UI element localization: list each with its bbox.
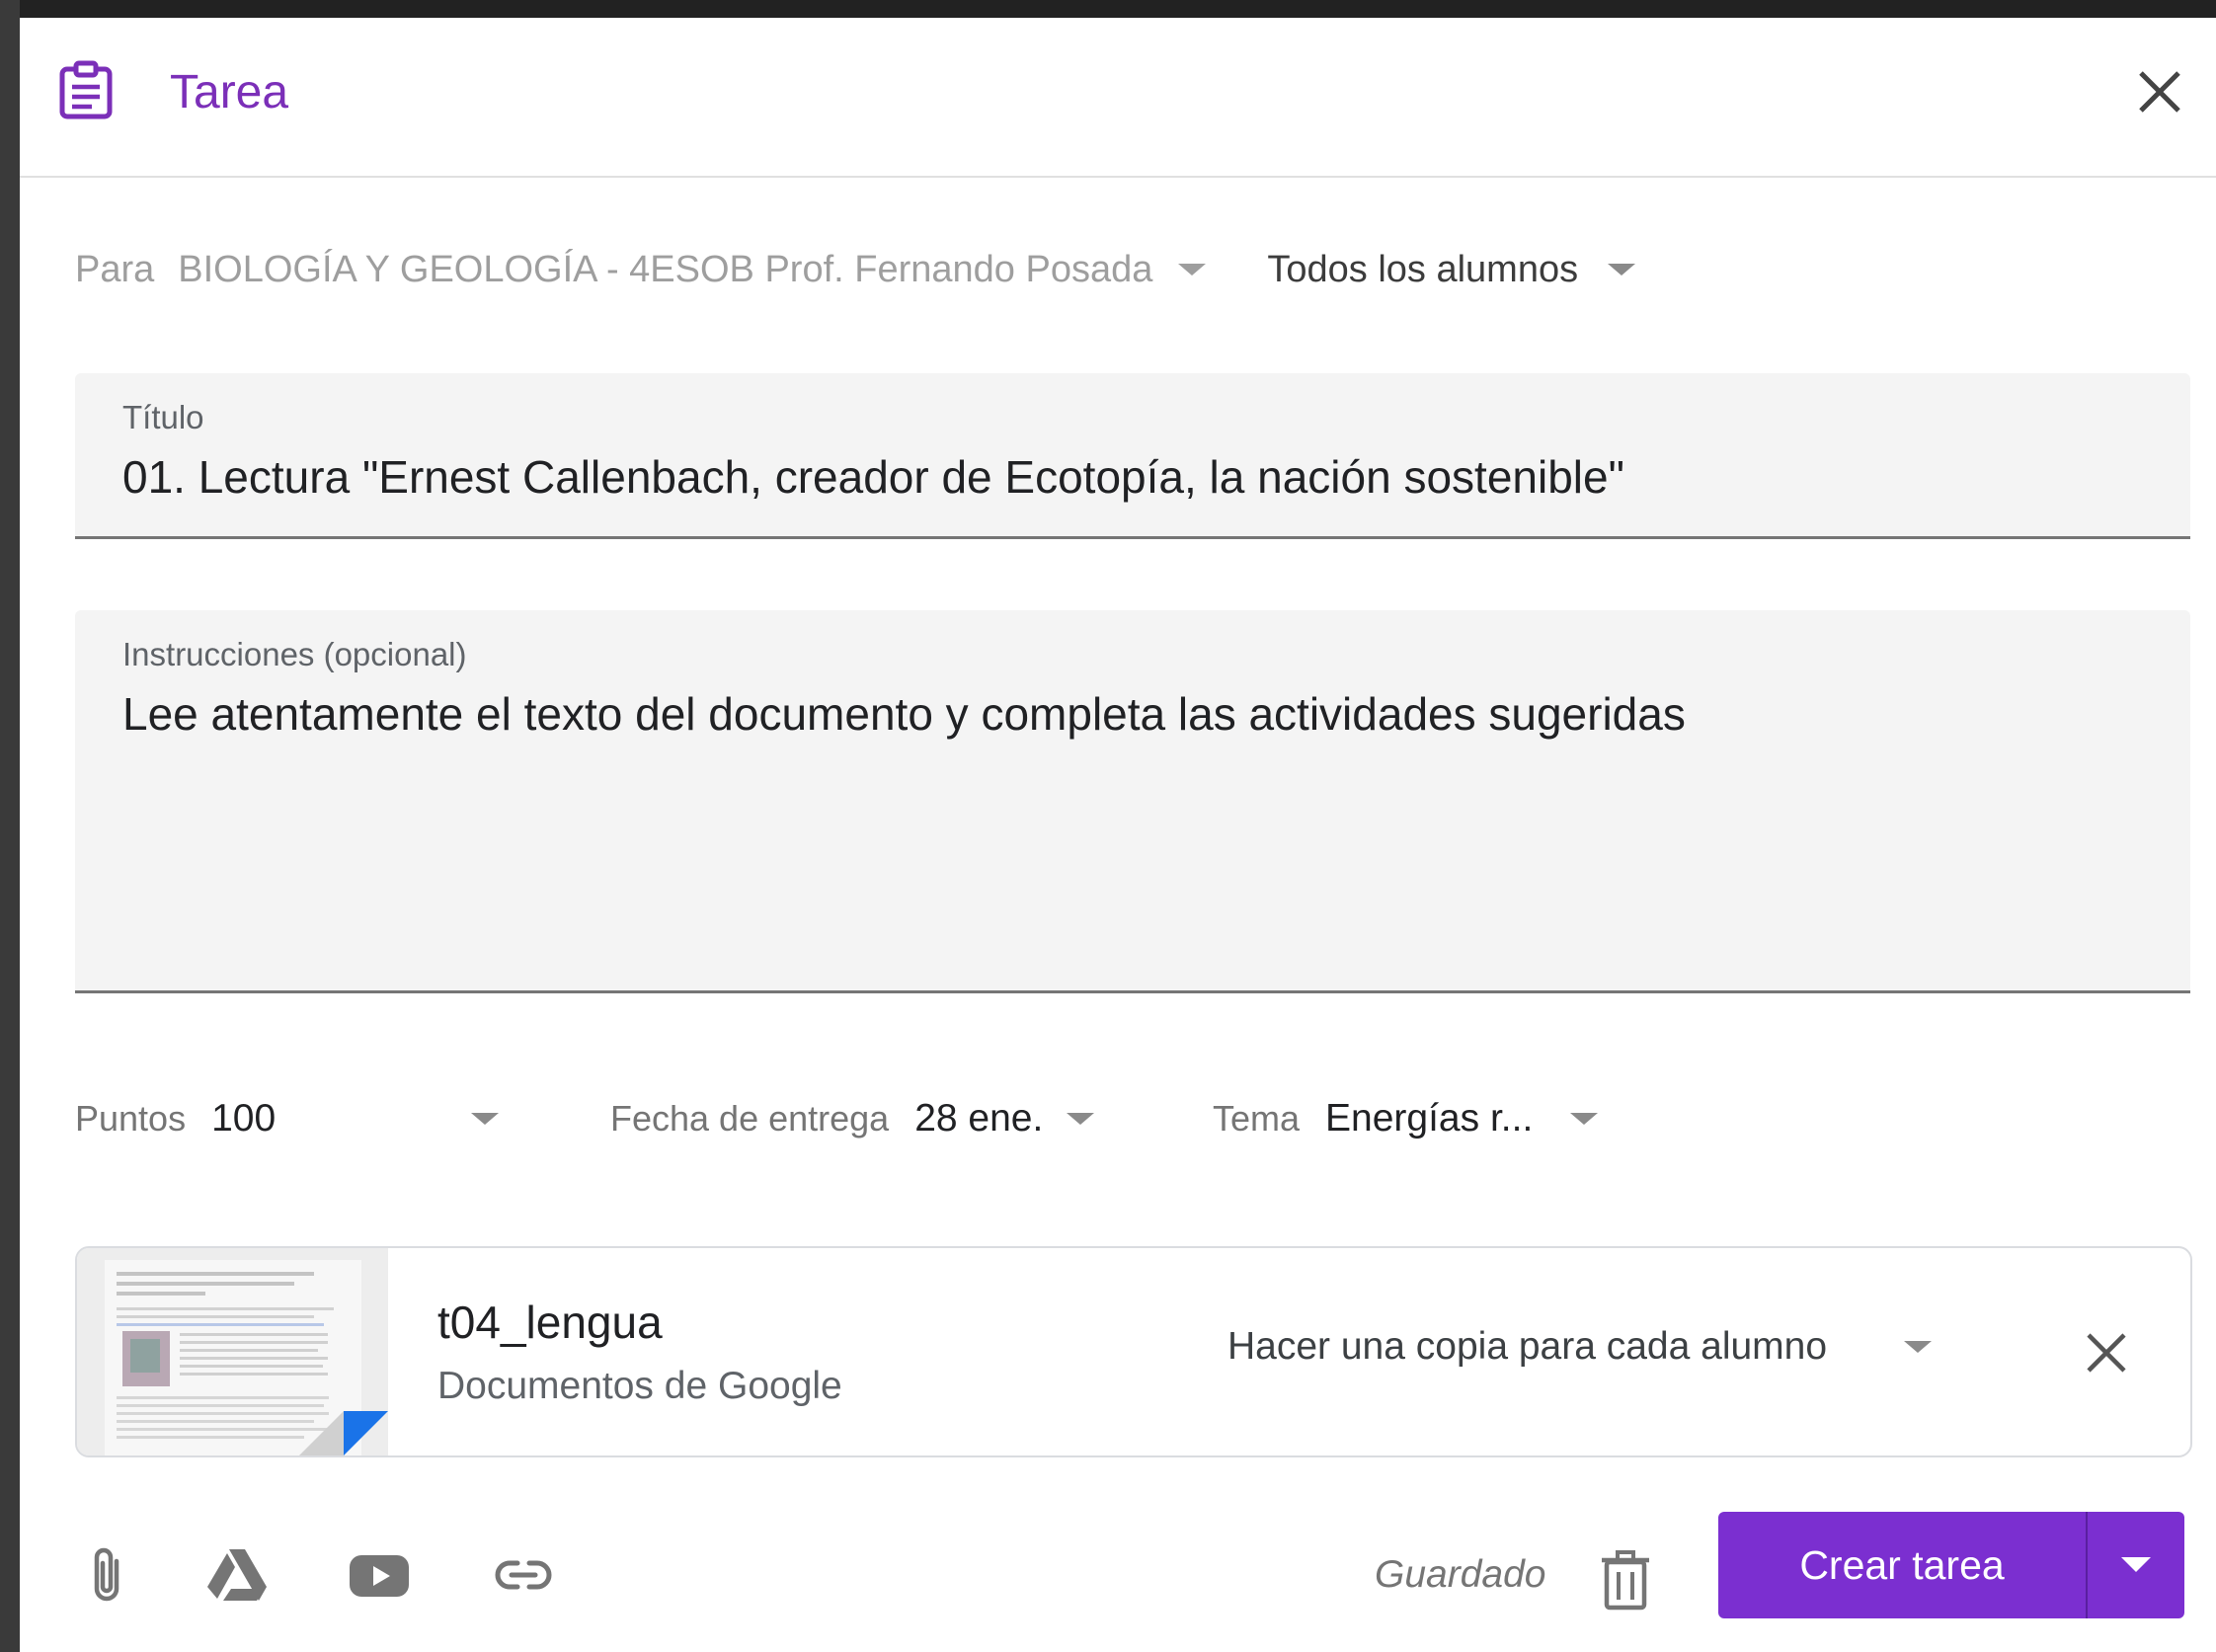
due-date-dropdown[interactable]: Fecha de entrega 28 ene. bbox=[610, 1089, 1095, 1148]
dropdown-arrow-icon bbox=[471, 1113, 500, 1125]
attachment-type: Documentos de Google bbox=[437, 1365, 842, 1407]
assignment-dialog: Tarea Para BIOLOGÍA Y GEOLOGÍA - 4ESOB P… bbox=[20, 18, 2216, 1652]
attachment-name: t04_lengua bbox=[437, 1297, 663, 1348]
dropdown-arrow-icon bbox=[1178, 264, 1207, 275]
students-dropdown[interactable]: Todos los alumnos bbox=[1267, 248, 1636, 291]
youtube-icon[interactable] bbox=[348, 1543, 411, 1607]
title-field[interactable]: Título 01. Lectura "Ernest Callenbach, c… bbox=[75, 373, 2190, 539]
due-date-label: Fecha de entrega bbox=[610, 1098, 890, 1139]
topic-value: Energías r... bbox=[1325, 1097, 1534, 1140]
chevron-down-icon bbox=[2121, 1557, 2151, 1572]
instructions-field-label: Instrucciones (opcional) bbox=[122, 636, 467, 672]
google-drive-icon[interactable] bbox=[205, 1543, 269, 1607]
create-options-dropdown-button[interactable] bbox=[2088, 1512, 2184, 1618]
class-dropdown[interactable]: BIOLOGÍA Y GEOLOGÍA - 4ESOB Prof. Fernan… bbox=[178, 248, 1207, 291]
create-assignment-label: Crear tarea bbox=[1799, 1541, 2005, 1588]
title-field-label: Título bbox=[122, 399, 204, 435]
instructions-field[interactable]: Instrucciones (opcional) Lee atentamente… bbox=[75, 610, 2190, 993]
points-value: 100 bbox=[211, 1097, 277, 1140]
copy-mode-value: Hacer una copia para cada alumno bbox=[1227, 1325, 1828, 1368]
document-thumbnail bbox=[77, 1248, 388, 1455]
dropdown-arrow-icon bbox=[1608, 264, 1636, 275]
dialog-header: Tarea bbox=[20, 18, 2216, 178]
paperclip-icon[interactable] bbox=[77, 1543, 140, 1607]
points-dropdown[interactable]: Puntos 100 bbox=[75, 1089, 500, 1148]
trash-icon[interactable] bbox=[1598, 1550, 1653, 1612]
due-date-value: 28 ene. bbox=[914, 1097, 1044, 1140]
dialog-title: Tarea bbox=[170, 66, 289, 118]
title-field-value[interactable]: 01. Lectura "Ernest Callenbach, creador … bbox=[122, 450, 1624, 504]
window-top-edge bbox=[0, 0, 2216, 18]
dropdown-arrow-icon bbox=[1067, 1113, 1095, 1125]
copy-mode-dropdown[interactable]: Hacer una copia para cada alumno bbox=[1227, 1325, 1933, 1369]
assignment-icon bbox=[59, 60, 113, 119]
link-icon[interactable] bbox=[492, 1543, 555, 1607]
remove-attachment-icon[interactable] bbox=[2085, 1331, 2128, 1375]
topic-label: Tema bbox=[1213, 1098, 1301, 1139]
for-label: Para bbox=[75, 248, 155, 290]
points-label: Puntos bbox=[75, 1098, 187, 1139]
students-dropdown-value: Todos los alumnos bbox=[1267, 248, 1579, 290]
create-assignment-button[interactable]: Crear tarea bbox=[1718, 1512, 2086, 1618]
save-status: Guardado bbox=[1375, 1553, 1546, 1596]
audience-row: Para BIOLOGÍA Y GEOLOGÍA - 4ESOB Prof. F… bbox=[75, 240, 1636, 299]
dropdown-arrow-icon bbox=[1570, 1113, 1599, 1125]
instructions-field-value[interactable]: Lee atentamente el texto del documento y… bbox=[122, 687, 1686, 741]
close-icon[interactable] bbox=[2133, 65, 2186, 118]
class-dropdown-value: BIOLOGÍA Y GEOLOGÍA - 4ESOB Prof. Fernan… bbox=[178, 248, 1153, 290]
attachment-card[interactable]: t04_lengua Documentos de Google Hacer un… bbox=[75, 1246, 2192, 1457]
dropdown-arrow-icon bbox=[1904, 1341, 1933, 1353]
window-left-edge bbox=[0, 0, 20, 1652]
topic-dropdown[interactable]: Tema Energías r... bbox=[1213, 1089, 1599, 1148]
